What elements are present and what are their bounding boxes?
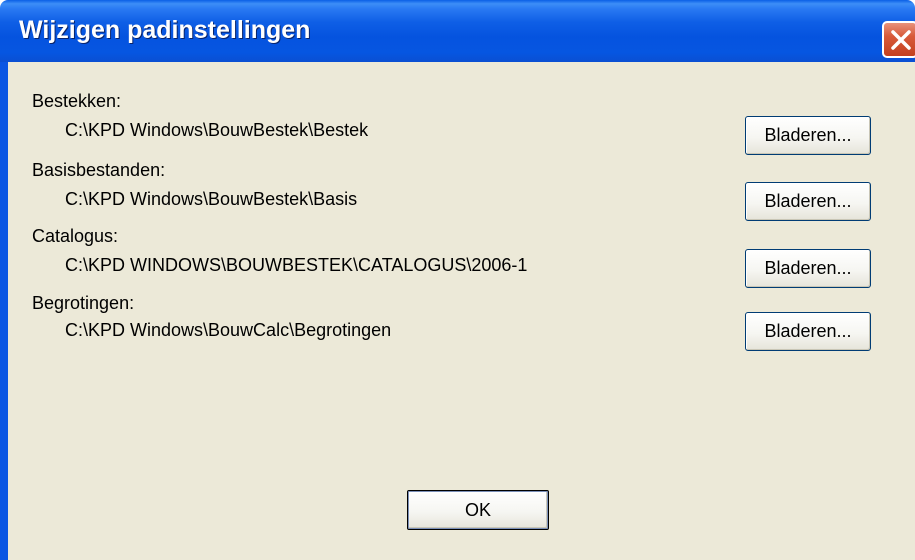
catalogus-path: C:\KPD WINDOWS\BOUWBESTEK\CATALOGUS\2006… xyxy=(65,255,528,275)
window-title: Wijzigen padinstellingen xyxy=(19,16,311,44)
close-icon xyxy=(891,30,911,50)
begrotingen-path: C:\KPD Windows\BouwCalc\Begrotingen xyxy=(65,320,392,340)
begrotingen-label: Begrotingen: xyxy=(32,293,135,313)
catalogus-browse-button[interactable]: Bladeren... xyxy=(745,249,871,288)
close-button[interactable] xyxy=(882,21,915,58)
dialog-window: Wijzigen padinstellingen Bestekken: C:\K… xyxy=(0,0,915,560)
dialog-body: Bestekken: C:\KPD Windows\BouwBestek\Bes… xyxy=(0,62,915,560)
basisbestanden-path: C:\KPD Windows\BouwBestek\Basis xyxy=(65,189,358,209)
basisbestanden-label: Basisbestanden: xyxy=(32,160,166,180)
begrotingen-browse-button[interactable]: Bladeren... xyxy=(745,312,871,351)
bestekken-path: C:\KPD Windows\BouwBestek\Bestek xyxy=(65,120,369,140)
bestekken-browse-button[interactable]: Bladeren... xyxy=(745,116,871,155)
catalogus-label: Catalogus: xyxy=(32,226,119,246)
basisbestanden-browse-button[interactable]: Bladeren... xyxy=(745,182,871,221)
title-bar[interactable]: Wijzigen padinstellingen xyxy=(0,0,915,62)
ok-button[interactable]: OK xyxy=(407,490,549,530)
bestekken-label: Bestekken: xyxy=(32,91,122,111)
